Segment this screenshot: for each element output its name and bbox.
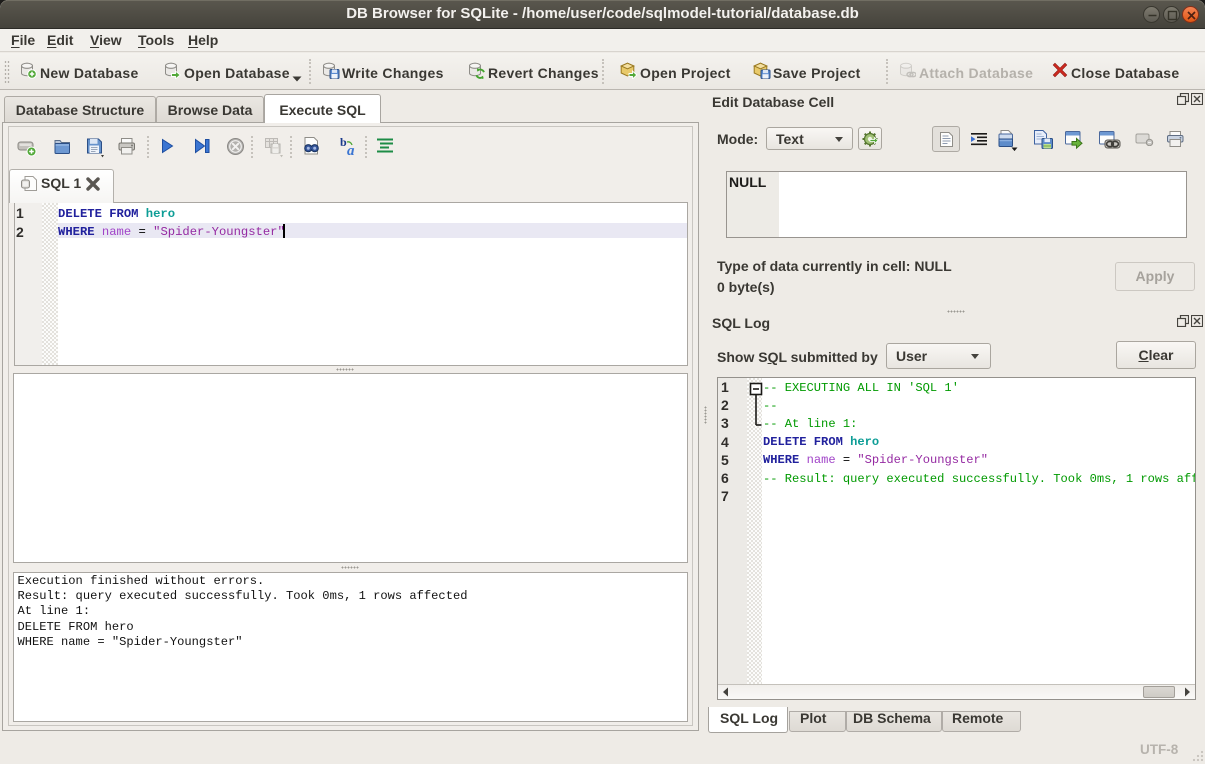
svg-text:b: b (340, 136, 347, 149)
svg-text:a: a (347, 143, 355, 158)
